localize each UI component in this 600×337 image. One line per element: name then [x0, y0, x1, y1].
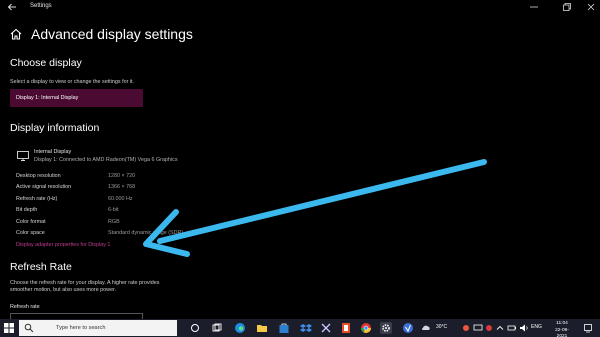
info-value: 1280 × 720 — [108, 173, 136, 179]
display-select-value: Display 1: Internal Display — [16, 95, 79, 101]
clock-date: 22-09-2021 — [555, 327, 569, 337]
refresh-rate-description-line2: smoother motion, but also uses more powe… — [10, 287, 117, 293]
weather-temperature[interactable]: 30°C — [436, 324, 447, 330]
choose-display-heading: Choose display — [10, 57, 82, 69]
show-hidden-icons-icon[interactable] — [494, 322, 506, 334]
taskbar-search-box[interactable]: Type here to search — [19, 320, 177, 336]
refresh-rate-description-line1: Choose the refresh rate for your display… — [10, 280, 160, 286]
taskbar-search-placeholder: Type here to search — [56, 325, 106, 331]
refresh-rate-heading: Refresh Rate — [10, 261, 72, 273]
close-icon — [587, 3, 595, 11]
back-arrow-icon[interactable] — [6, 1, 18, 13]
display-name: Internal Display — [34, 149, 72, 155]
cortana-icon[interactable] — [189, 322, 201, 334]
dropbox-icon[interactable] — [300, 322, 312, 334]
volume-icon[interactable] — [518, 322, 530, 334]
weather-icon[interactable] — [420, 322, 432, 334]
page-title: Advanced display settings — [31, 26, 193, 42]
edge-browser-icon[interactable] — [234, 322, 246, 334]
task-view-icon[interactable] — [211, 322, 223, 334]
notifications-icon[interactable] — [582, 322, 594, 334]
language-indicator[interactable]: ENG — [531, 324, 542, 330]
taskbar-clock[interactable]: 11:04 22-09-2021 — [550, 321, 574, 337]
display-information-heading: Display information — [10, 122, 100, 134]
windows-start-icon[interactable] — [3, 322, 15, 334]
search-icon — [24, 323, 34, 333]
display-select[interactable]: Display 1: Internal Display — [10, 89, 143, 107]
taskbar: Type here to search 30°C ENG 11:04 22-09… — [0, 319, 600, 337]
minimize-button[interactable] — [525, 1, 543, 13]
info-label: Desktop resolution — [16, 173, 61, 179]
maximize-button[interactable] — [558, 1, 576, 13]
tray-app-icon[interactable] — [460, 322, 472, 334]
info-label: Color space — [16, 230, 45, 236]
display-connection: Display 1: Connected to AMD Radeon(TM) V… — [34, 157, 178, 163]
chrome-icon[interactable] — [360, 322, 372, 334]
monitor-icon — [17, 151, 29, 161]
close-button[interactable] — [582, 1, 600, 13]
info-value: RGB — [108, 219, 120, 225]
info-value: 6-bit — [108, 207, 119, 213]
app-title: Settings — [30, 3, 52, 9]
settings-gear-icon[interactable] — [380, 322, 392, 334]
vpn-shield-icon[interactable] — [402, 322, 414, 334]
restore-icon — [563, 3, 571, 11]
file-explorer-icon[interactable] — [256, 322, 268, 334]
store-icon[interactable] — [278, 322, 290, 334]
minimize-icon — [530, 6, 538, 8]
title-bar: Settings — [0, 0, 600, 16]
info-label: Bit depth — [16, 207, 38, 213]
info-label: Color format — [16, 219, 46, 225]
choose-display-description: Select a display to view or change the s… — [10, 79, 135, 85]
display-adapter-properties-link[interactable]: Display adapter properties for Display 1 — [16, 242, 110, 248]
battery-icon[interactable] — [506, 322, 518, 334]
home-icon[interactable] — [9, 27, 23, 41]
refresh-rate-label: Refresh rate — [10, 304, 40, 310]
info-value: 60.000 Hz — [108, 196, 133, 202]
info-label: Active signal resolution — [16, 184, 72, 190]
info-value: 1366 × 768 — [108, 184, 136, 190]
teams-icon[interactable] — [320, 322, 332, 334]
info-label: Refresh rate (Hz) — [16, 196, 58, 202]
info-value: Standard dynamic range (SDR) — [108, 230, 184, 236]
office-icon[interactable] — [340, 322, 352, 334]
